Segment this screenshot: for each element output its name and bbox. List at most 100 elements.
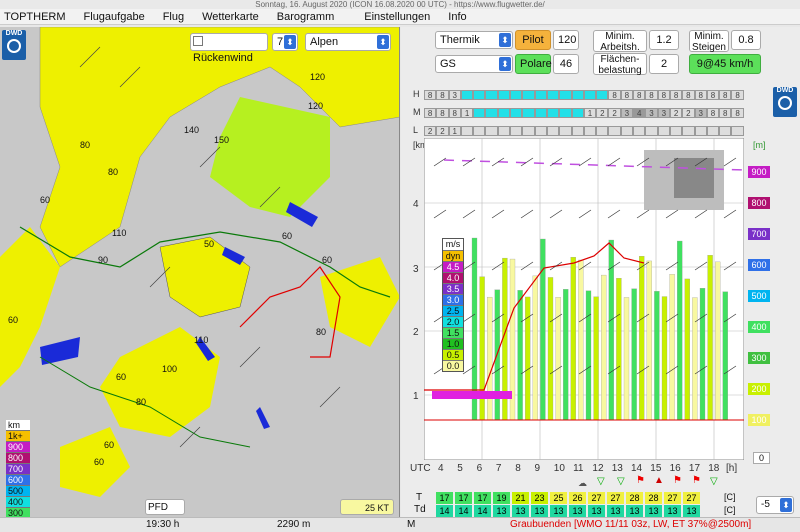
cloud-cell: 2 xyxy=(424,126,437,136)
cloud-cell: 2 xyxy=(608,108,621,118)
min-arbeitshoehe-input[interactable]: 1.2 xyxy=(649,30,679,50)
x-tick: 14 xyxy=(631,463,643,474)
menu-wetterkarte[interactable]: Wetterkarte xyxy=(202,11,259,23)
x-tick: 13 xyxy=(611,463,623,474)
cloud-cell: 8 xyxy=(608,90,621,100)
menu-flugaufgabe[interactable]: Flugaufgabe xyxy=(84,11,145,23)
cloud-cell xyxy=(460,126,474,136)
cloud-cell xyxy=(571,90,584,100)
legend-item: 700 xyxy=(6,464,30,475)
menu-info[interactable]: Info xyxy=(448,11,466,23)
pfd-button[interactable]: PFD km xyxy=(145,499,185,515)
dewpoint-cell: 13 xyxy=(664,505,681,517)
cloud-cell: 8 xyxy=(424,108,437,118)
cloud-cell: 8 xyxy=(706,90,720,100)
offset-select[interactable]: -5 xyxy=(756,496,794,514)
cloud-cell xyxy=(559,126,572,136)
contour-label: 60 xyxy=(104,440,115,450)
temperature-cell: 27 xyxy=(664,492,681,504)
x-axis-unit: [h] xyxy=(726,463,738,474)
legend-item: 300 xyxy=(6,508,30,517)
rueckenwind-select[interactable]: 7 xyxy=(272,33,298,51)
dewpoint-row: 14 14 14 13 13 13 13 13 13 13 13 13 13 13 xyxy=(436,505,700,517)
t-unit: [C] xyxy=(724,492,736,502)
legend-item: 3.0 xyxy=(443,294,463,305)
cloud-cell xyxy=(608,126,621,136)
cloud-cell: 8 xyxy=(436,90,449,100)
rueckenwind-checkbox[interactable]: Rückenwind xyxy=(190,33,268,64)
thermal-bar xyxy=(684,278,690,421)
weather-map[interactable]: 80 60 120 120 140 150 110 50 60 90 60 11… xyxy=(0,27,400,517)
cloud-cell xyxy=(669,126,683,136)
cloud-cell xyxy=(620,126,634,136)
cloud-cell: 8 xyxy=(682,90,695,100)
mode-select[interactable]: Thermik xyxy=(435,31,513,49)
menu-flug[interactable]: Flug xyxy=(163,11,184,23)
dwd-logo: DWD xyxy=(2,30,26,60)
x-tick: 5 xyxy=(457,463,463,474)
legend-item: 3.5 xyxy=(443,283,463,294)
cloud-cell xyxy=(596,126,609,136)
cloud-cell: 8 xyxy=(633,90,646,100)
right-axis-unit: [m] xyxy=(753,140,766,150)
cloud-cell xyxy=(706,126,720,136)
cloud-cell xyxy=(571,108,584,118)
cloud-row-l: 221 xyxy=(424,126,744,136)
contour-label: 80 xyxy=(108,167,119,177)
flaechenbelastung-input[interactable]: 2 xyxy=(649,54,679,74)
temperature-cell: 28 xyxy=(626,492,643,504)
sounding-diagram[interactable] xyxy=(424,138,744,460)
legend-item: 1.0 xyxy=(443,338,463,349)
cloud-cell xyxy=(645,126,658,136)
contour-label: 80 xyxy=(80,140,91,150)
thermal-bar xyxy=(532,275,538,421)
cloud-cell xyxy=(473,126,486,136)
cloud-cell xyxy=(546,108,560,118)
cloud-cell xyxy=(485,90,498,100)
cloud-cell: 2 xyxy=(596,108,609,118)
menu-einstellungen[interactable]: Einstellungen xyxy=(364,11,430,23)
polare-input[interactable]: 46 xyxy=(553,54,579,74)
cloud-cell: 3 xyxy=(620,108,634,118)
window-title: Sonntag, 16. August 2020 (ICON 16.08.202… xyxy=(0,0,800,9)
temperature-cell: 17 xyxy=(436,492,453,504)
cloud-cell xyxy=(559,108,572,118)
cloud-cell: 8 xyxy=(436,108,449,118)
pilot-input[interactable]: 120 xyxy=(553,30,579,50)
td-label: Td xyxy=(414,504,426,515)
legend-item: 400 xyxy=(6,497,30,508)
cloud-cell: 8 xyxy=(669,90,683,100)
cloud-cell: 8 xyxy=(719,108,732,118)
menu-barogramm[interactable]: Barogramm xyxy=(277,11,334,23)
thermal-bar xyxy=(547,277,554,421)
min-steigen-input[interactable]: 0.8 xyxy=(731,30,761,50)
cloud-cell xyxy=(522,90,535,100)
x-tick: 9 xyxy=(534,463,541,474)
cloud-cell: 3 xyxy=(657,108,670,118)
cloud-cell: 4 xyxy=(633,108,646,118)
legend-item: 500 xyxy=(6,486,30,497)
status-time: 19:30 h xyxy=(146,519,180,530)
status-unit: M xyxy=(407,519,416,530)
contour-label: 60 xyxy=(116,372,127,382)
region-select[interactable]: Alpen xyxy=(305,33,391,51)
contour-label: 60 xyxy=(40,195,51,205)
x-tick: 12 xyxy=(592,463,604,474)
dewpoint-cell: 13 xyxy=(607,505,624,517)
altitude-legend: km 1k+ 900 800 700 600 500 400 300 200 1… xyxy=(6,420,30,517)
min-steigen-label: Minim. Steigen xyxy=(689,30,729,53)
thermal-bar xyxy=(623,297,630,421)
flag-icon: ⚑ xyxy=(636,475,645,486)
glider-select[interactable]: GS xyxy=(435,55,513,73)
thermal-bar xyxy=(639,256,645,421)
menu-topthem[interactable]: TOPTHERM xyxy=(4,11,66,23)
checkbox-icon[interactable] xyxy=(193,36,203,46)
thermal-bar xyxy=(570,256,576,421)
cloud-cell xyxy=(510,126,523,136)
status-station: Graubuenden [WMO 11/11 03z, LW, ET 37%@2… xyxy=(510,519,752,530)
contour-label: 120 xyxy=(308,101,324,111)
cloud-cell xyxy=(534,108,547,118)
cloud-cell xyxy=(510,108,523,118)
legend-item: 0.5 xyxy=(443,349,463,360)
cloud-cell: 8 xyxy=(706,108,720,118)
